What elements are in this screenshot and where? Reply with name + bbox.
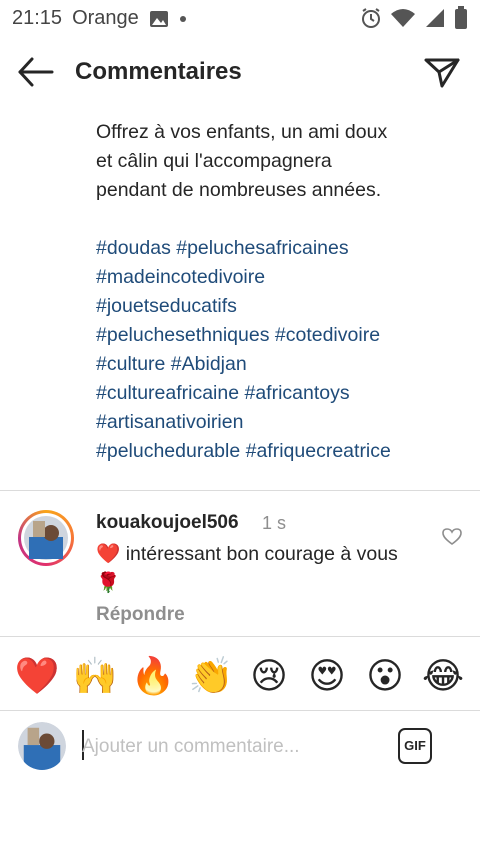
comment-avatar[interactable]	[21, 513, 71, 563]
hashtag-line[interactable]: #artisanativoirien	[96, 408, 456, 437]
caption-line: et câlin qui l'accompagnera	[96, 150, 332, 172]
alarm-icon	[362, 8, 380, 28]
comment-input[interactable]	[82, 732, 382, 762]
gallery-icon	[149, 10, 168, 27]
comment-username[interactable]: kouakoujoel506	[96, 512, 239, 534]
heart-icon[interactable]	[442, 528, 462, 546]
status-left: 21:15 Orange	[12, 7, 187, 30]
emoji-raised-hands[interactable]: 🙌	[70, 654, 120, 698]
hashtag-line[interactable]: #cultureafricaine #africantoys	[96, 379, 456, 408]
status-carrier: Orange	[72, 7, 139, 29]
avatar-photo-icon	[24, 516, 68, 560]
emoji-clapping[interactable]: 👏	[186, 654, 236, 698]
emoji-heart-eyes[interactable]: 😍	[302, 654, 352, 698]
comment-avatar-ring[interactable]	[18, 510, 74, 566]
app-bar: Commentaires	[0, 40, 480, 104]
divider	[0, 636, 480, 637]
page-title: Commentaires	[75, 58, 242, 85]
send-icon[interactable]	[422, 54, 462, 90]
signal-icon	[426, 9, 444, 27]
hashtag-line[interactable]: #culture #Abidjan	[96, 350, 456, 379]
hashtags: #doudas #peluchesafricaines #madeincoted…	[96, 234, 456, 466]
emoji-fire[interactable]: 🔥	[128, 654, 178, 698]
comment-timestamp: 1 s	[262, 513, 287, 533]
avatar-photo-icon	[18, 722, 66, 770]
hashtag-line[interactable]: #madeincotedivoire	[96, 263, 456, 292]
caption-text: Offrez à vos enfants, un ami doux et câl…	[96, 118, 456, 205]
reply-button[interactable]: Répondre	[96, 604, 185, 626]
emoji-laughing[interactable]: 😂	[418, 654, 468, 698]
hashtag-line[interactable]: #peluchedurable #afriquecreatrice	[96, 437, 456, 466]
gif-button[interactable]: GIF	[398, 728, 432, 764]
status-right	[360, 6, 468, 30]
status-time: 21:15	[12, 7, 63, 29]
back-arrow-icon[interactable]	[16, 54, 56, 90]
caption-line: Offrez à vos enfants, un ami doux	[96, 121, 388, 143]
wifi-icon	[391, 9, 415, 27]
emoji-heart[interactable]: ❤️	[12, 654, 62, 698]
caption-line: pendant de nombreuses années.	[96, 179, 382, 201]
post-caption: Offrez à vos enfants, un ami doux et câl…	[96, 118, 456, 466]
comment-line: 🌹	[96, 572, 121, 594]
battery-icon	[455, 6, 467, 29]
self-avatar	[18, 722, 66, 770]
divider	[0, 710, 480, 711]
comment-composer: GIF	[0, 712, 480, 782]
comment-text: ❤️ intéressant bon courage à vous 🌹	[96, 540, 426, 598]
emoji-crying[interactable]: 😢	[244, 654, 294, 698]
notification-dot-icon	[179, 15, 186, 22]
emoji-surprised[interactable]: 😮	[360, 654, 410, 698]
comment-line: ❤️ intéressant bon courage à vous	[96, 543, 398, 565]
hashtag-line[interactable]: #jouetseducatifs	[96, 292, 456, 321]
divider	[0, 490, 480, 491]
hashtag-line[interactable]: #doudas #peluchesafricaines	[96, 234, 456, 263]
status-bar: 21:15 Orange	[0, 0, 480, 36]
emoji-bar: ❤️ 🙌 🔥 👏 😢 😍 😮 😂	[0, 646, 480, 706]
hashtag-line[interactable]: #peluchesethniques #cotedivoire	[96, 321, 456, 350]
